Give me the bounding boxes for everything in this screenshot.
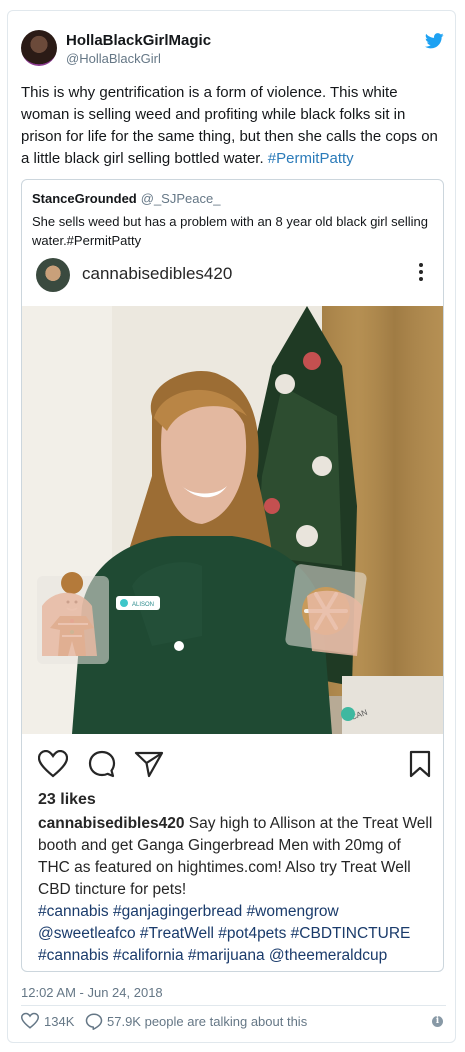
instagram-photo[interactable]: ALISON CAN <box>22 306 443 734</box>
footer-divider <box>21 1005 446 1006</box>
quoted-author-handle: @_SJPeace_ <box>140 191 221 206</box>
tweet-stats: 134K 57.9K people are talking about this… <box>21 1012 446 1032</box>
comment-icon <box>88 750 116 778</box>
like-count[interactable]: 134K <box>44 1014 74 1029</box>
quoted-author-name: StanceGrounded <box>32 191 137 206</box>
reply-bubble-icon[interactable] <box>85 1012 103 1030</box>
author-avatar[interactable] <box>21 30 57 66</box>
share-icon <box>134 751 164 778</box>
twitter-bird-icon[interactable] <box>425 33 444 49</box>
more-options-icon <box>418 263 424 285</box>
instagram-likes: 23 likes <box>38 791 96 808</box>
talking-about-count[interactable]: 57.9K people are talking about this <box>107 1014 307 1029</box>
tweet-timestamp[interactable]: 12:02 AM - Jun 24, 2018 <box>21 985 163 1000</box>
tweet-body: This is why gentrification is a form of … <box>21 84 438 167</box>
instagram-actions <box>22 736 443 786</box>
caption-hashtags: #cannabis #ganjagingerbread #womengrow @… <box>38 903 411 964</box>
name-tag-text: ALISON <box>132 602 154 608</box>
author-handle[interactable]: @HollaBlackGirl <box>66 51 161 66</box>
instagram-username: cannabisedibles420 <box>82 264 233 283</box>
bookmark-icon <box>409 750 431 778</box>
instagram-caption: cannabisedibles420 Say high to Allison a… <box>38 813 434 967</box>
author-name[interactable]: HollaBlackGirlMagic <box>66 32 211 49</box>
quoted-tweet[interactable]: StanceGrounded @_SJPeace_ She sells weed … <box>21 179 444 972</box>
heart-icon <box>38 750 68 778</box>
info-icon[interactable]: i <box>432 1016 443 1027</box>
tweet-hashtag-link[interactable]: #PermitPatty <box>268 150 354 167</box>
photo-illustration: ALISON CAN <box>22 306 443 734</box>
like-heart-icon[interactable] <box>21 1012 39 1030</box>
quoted-text: She sells weed but has a problem with an… <box>32 214 428 248</box>
quoted-author[interactable]: StanceGrounded @_SJPeace_ <box>32 191 220 206</box>
tweet-text: This is why gentrification is a form of … <box>21 82 446 170</box>
caption-username: cannabisedibles420 <box>38 815 185 832</box>
instagram-avatar <box>36 258 70 292</box>
instagram-post-header: cannabisedibles420 <box>22 252 443 302</box>
